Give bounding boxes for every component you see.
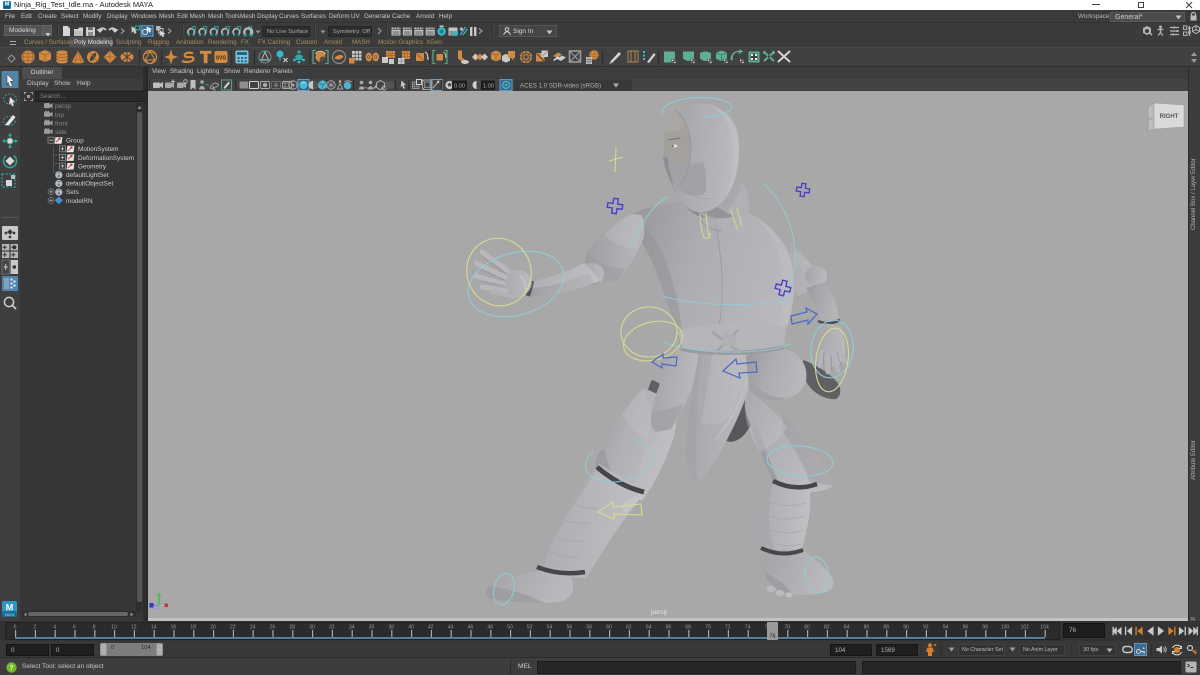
svg-text:56: 56 (567, 625, 573, 631)
svg-text:ACES 1.0 SDR-video (sRGB): ACES 1.0 SDR-video (sRGB) (520, 82, 601, 89)
svg-text:90: 90 (903, 625, 909, 631)
svg-text:102: 102 (1021, 625, 1030, 631)
svg-text:defaultLightSet: defaultLightSet (66, 172, 109, 179)
svg-text:86: 86 (864, 625, 870, 631)
svg-text:68: 68 (685, 625, 691, 631)
svg-text:MotionSystem: MotionSystem (78, 146, 119, 153)
svg-text:82: 82 (824, 625, 830, 631)
svg-text:104: 104 (1040, 625, 1049, 631)
svg-text:32: 32 (329, 625, 335, 631)
svg-text:14: 14 (151, 625, 157, 631)
svg-text:78: 78 (784, 625, 790, 631)
svg-text:96: 96 (963, 625, 969, 631)
svg-text:72: 72 (725, 625, 731, 631)
svg-text:persp: persp (55, 103, 71, 110)
svg-text:0: 0 (367, 55, 370, 61)
svg-text:80: 80 (804, 625, 810, 631)
svg-text:10: 10 (111, 625, 117, 631)
svg-text:40: 40 (408, 625, 414, 631)
svg-text:22: 22 (230, 625, 236, 631)
svg-text:98: 98 (982, 625, 988, 631)
svg-text:2: 2 (33, 625, 36, 631)
svg-text:DeformationSystem: DeformationSystem (78, 155, 134, 162)
svg-text:28: 28 (289, 625, 295, 631)
svg-text:74: 74 (745, 625, 751, 631)
svg-text:6: 6 (73, 625, 76, 631)
svg-text:100: 100 (1001, 625, 1010, 631)
svg-text:88: 88 (883, 625, 889, 631)
svg-text:20: 20 (210, 625, 216, 631)
svg-text:SVG: SVG (216, 56, 227, 62)
svg-text:modelRN: modelRN (66, 198, 93, 205)
svg-text:Fr: Fr (1149, 116, 1153, 121)
svg-text:58: 58 (586, 625, 592, 631)
svg-text:16: 16 (171, 625, 177, 631)
svg-text:38: 38 (388, 625, 394, 631)
svg-text:0.00: 0.00 (454, 83, 465, 89)
svg-text:side: side (55, 129, 67, 136)
svg-text:1.00: 1.00 (483, 83, 494, 89)
svg-text:0: 0 (374, 55, 377, 61)
svg-text:92: 92 (923, 625, 929, 631)
svg-text:64: 64 (646, 625, 652, 631)
svg-text:Group: Group (66, 138, 84, 145)
svg-text:defaultObjectSet: defaultObjectSet (66, 181, 113, 188)
svg-text:M: M (5, 2, 10, 8)
svg-text:MAYA: MAYA (5, 613, 15, 617)
svg-text:8: 8 (93, 625, 96, 631)
svg-text:66: 66 (666, 625, 672, 631)
svg-text:54: 54 (547, 625, 553, 631)
svg-text:24: 24 (250, 625, 256, 631)
svg-text:12: 12 (131, 625, 137, 631)
svg-text:60: 60 (606, 625, 612, 631)
svg-text:42: 42 (428, 625, 434, 631)
svg-text:30: 30 (309, 625, 315, 631)
svg-text:M: M (6, 603, 14, 613)
svg-text:76: 76 (770, 634, 776, 640)
svg-text:84: 84 (844, 625, 850, 631)
svg-text:48: 48 (487, 625, 493, 631)
svg-text:?: ? (10, 663, 14, 672)
svg-text:44: 44 (448, 625, 454, 631)
svg-text:Geometry: Geometry (78, 163, 107, 170)
svg-text:50: 50 (507, 625, 513, 631)
svg-text:front: front (55, 120, 68, 127)
svg-text:top: top (55, 112, 64, 119)
svg-text:34: 34 (349, 625, 355, 631)
svg-text:36: 36 (369, 625, 375, 631)
svg-text:4: 4 (53, 625, 56, 631)
svg-text:52: 52 (527, 625, 533, 631)
svg-text:62: 62 (626, 625, 632, 631)
svg-text:70: 70 (705, 625, 711, 631)
svg-text:0: 0 (14, 625, 17, 631)
svg-text:26: 26 (270, 625, 276, 631)
svg-text:Sets: Sets (66, 189, 79, 196)
svg-text:18: 18 (190, 625, 196, 631)
svg-text:94: 94 (943, 625, 949, 631)
svg-text:RIGHT: RIGHT (1160, 114, 1179, 120)
svg-text:46: 46 (468, 625, 474, 631)
